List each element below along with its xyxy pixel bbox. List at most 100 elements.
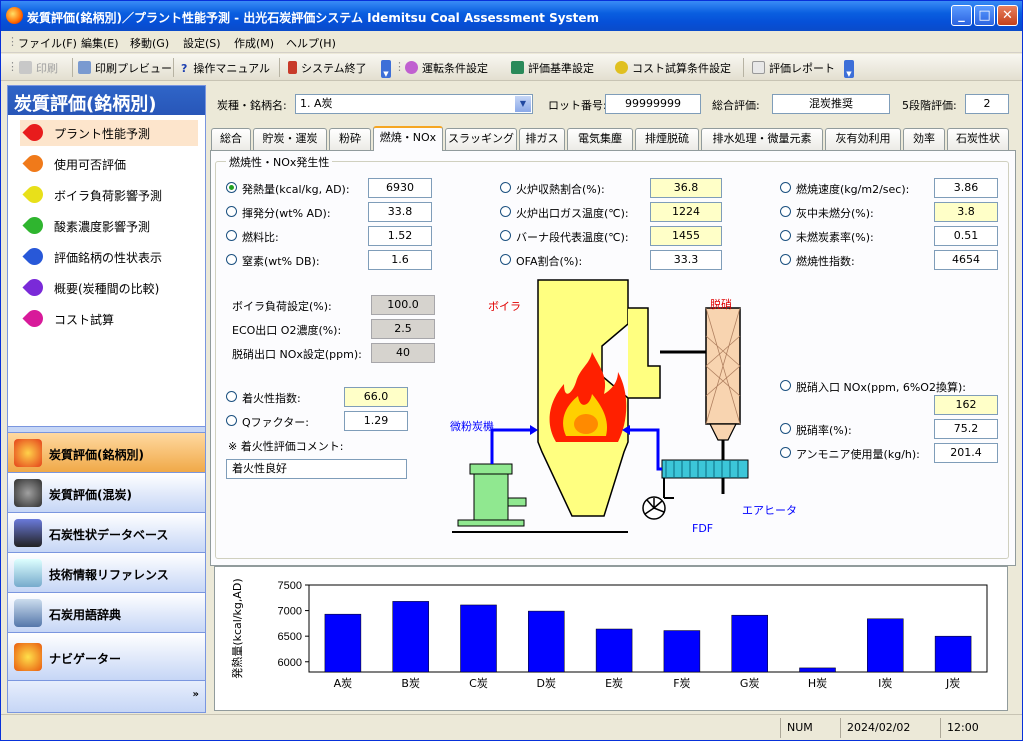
report-icon — [752, 61, 765, 74]
menu-settings[interactable]: 設定(S) — [183, 35, 221, 51]
menu-create[interactable]: 作成(M) — [234, 35, 274, 51]
tab-coal-properties[interactable]: 石炭性状 — [947, 128, 1009, 150]
radio-combustibility[interactable] — [780, 254, 791, 265]
value-fuel-ratio: 1.52 — [368, 226, 432, 246]
radio-denox-rate[interactable] — [780, 423, 791, 434]
tab-pulverize[interactable]: 粉砕 — [329, 128, 371, 150]
label-eco-o2: ECO出口 O2濃度(%): — [232, 324, 342, 337]
tab-fgd[interactable]: 排煙脱硫 — [635, 128, 699, 150]
sidebar-item-label: ボイラ負荷影響予測 — [54, 189, 163, 203]
lot-field[interactable]: 99999999 — [605, 94, 701, 114]
report-button[interactable]: 評価レポート — [752, 60, 835, 76]
tab-overview[interactable]: 総合 — [211, 128, 251, 150]
tab-flue-gas[interactable]: 排ガス — [519, 128, 565, 150]
sidebar-item-usability[interactable]: 使用可否評価 — [20, 151, 198, 177]
label-fuel-ratio: 燃料比: — [242, 231, 279, 244]
label-denox: 脱硝 — [710, 298, 732, 311]
sidebar-item-label: プラント性能予測 — [54, 127, 151, 141]
radio-furnace-heat[interactable] — [500, 182, 511, 193]
tab-esp[interactable]: 電気集塵 — [567, 128, 633, 150]
chevron-down-icon[interactable]: ▼ — [515, 96, 531, 112]
x-tick-label: F炭 — [673, 677, 690, 690]
radio-unburned-ash[interactable] — [780, 206, 791, 217]
preview-icon — [78, 61, 91, 74]
value-burn-rate: 3.86 — [934, 178, 998, 198]
maximize-button[interactable]: □ — [974, 5, 995, 26]
help-icon: ? — [181, 62, 188, 75]
overall-field[interactable]: 混炭推奨 — [772, 94, 890, 114]
leaf-icon — [22, 213, 47, 238]
coins-icon — [615, 61, 628, 74]
radio-burner-temp[interactable] — [500, 230, 511, 241]
nav-coal-eval-blend[interactable]: 炭質評価(混炭) — [8, 472, 205, 512]
nav-tech-reference[interactable]: 技術情報リファレンス — [8, 552, 205, 592]
gear-icon — [405, 61, 418, 74]
sidebar-item-label: 評価銘柄の性状表示 — [54, 251, 163, 265]
nav-navigator[interactable]: ナビゲーター — [8, 632, 205, 680]
radio-nitrogen[interactable] — [226, 254, 237, 265]
wrench-icon — [511, 61, 524, 74]
sidebar-item-plant-performance[interactable]: プラント性能予測 — [20, 120, 198, 146]
tab-wastewater[interactable]: 排水処理・微量元素 — [701, 128, 823, 150]
label-ammonia: アンモニア使用量(kg/h): — [796, 448, 920, 461]
tab-ash-use[interactable]: 灰有効利用 — [825, 128, 901, 150]
coal-select[interactable]: 1. A炭 ▼ — [295, 94, 533, 114]
radio-furnace-exit-temp[interactable] — [500, 206, 511, 217]
radio-fuel-ratio[interactable] — [226, 230, 237, 241]
x-tick-label: B炭 — [401, 677, 420, 690]
manual-button[interactable]: ? 操作マニュアル — [181, 60, 270, 76]
bar-I炭 — [867, 618, 904, 673]
tab-slagging[interactable]: スラッギング — [445, 128, 517, 150]
expand-chevron-icon[interactable]: » — [193, 689, 199, 700]
radio-burn-rate[interactable] — [780, 182, 791, 193]
nav-glossary[interactable]: 石炭用語辞典 — [8, 592, 205, 632]
navigator-icon — [14, 643, 42, 671]
radio-ignition-index[interactable] — [226, 391, 237, 402]
nav-coal-database[interactable]: 石炭性状データベース — [8, 512, 205, 552]
print-button[interactable]: 印刷 — [19, 60, 58, 76]
header-bar: 炭種・銘柄名: 1. A炭 ▼ ロット番号: 99999999 総合評価: 混炭… — [209, 89, 1017, 121]
radio-volatile[interactable] — [226, 206, 237, 217]
close-button[interactable]: ✕ — [997, 5, 1018, 26]
nav-coal-eval-brand[interactable]: 炭質評価(銘柄別) — [8, 432, 205, 472]
sidebar-item-overview[interactable]: 概要(炭種間の比較) — [20, 275, 198, 301]
report-label: 評価レポート — [769, 62, 835, 75]
toolbar-overflow-chevron[interactable]: ▼ — [844, 60, 854, 78]
label-furnace-exit-temp: 火炉出口ガス温度(℃): — [516, 207, 629, 220]
menu-file[interactable]: ファイル(F) — [18, 35, 77, 51]
value-furnace-heat: 36.8 — [650, 178, 722, 198]
radio-calorific[interactable] — [226, 182, 237, 193]
value-ammonia: 201.4 — [934, 443, 998, 463]
sidebar-item-oxygen[interactable]: 酸素濃度影響予測 — [20, 213, 198, 239]
label-nitrogen: 窒素(wt% DB): — [242, 255, 320, 268]
label-unburned-carbon: 未燃炭素率(%): — [796, 231, 874, 244]
radio-denox-inlet[interactable] — [780, 380, 791, 391]
nav-label: 石炭性状データベース — [49, 528, 169, 542]
cost-button[interactable]: コスト試算条件設定 — [615, 60, 731, 76]
preview-label: 印刷プレビュー — [95, 62, 172, 75]
grade-field[interactable]: 2 — [965, 94, 1009, 114]
op-settings-button[interactable]: 運転条件設定 — [405, 60, 488, 76]
sidebar-item-properties[interactable]: 評価銘柄の性状表示 — [20, 244, 198, 270]
lot-label: ロット番号: — [548, 99, 607, 112]
sidebar-item-cost[interactable]: コスト試算 — [20, 306, 198, 332]
menu-help[interactable]: ヘルプ(H) — [286, 35, 336, 51]
tab-efficiency[interactable]: 効率 — [903, 128, 945, 150]
value-q-factor: 1.29 — [344, 411, 408, 431]
tab-storage[interactable]: 貯炭・運炭 — [253, 128, 327, 150]
radio-ammonia[interactable] — [780, 447, 791, 458]
plant-diagram — [452, 279, 749, 533]
menu-move[interactable]: 移動(G) — [130, 35, 169, 51]
minimize-button[interactable]: _ — [951, 5, 972, 26]
exit-button[interactable]: システム終了 — [288, 60, 367, 76]
menu-edit[interactable]: 編集(E) — [81, 35, 119, 51]
tab-combustion-nox[interactable]: 燃焼・NOx — [373, 126, 443, 151]
y-tick-label: 6500 — [278, 631, 302, 643]
criteria-button[interactable]: 評価基準設定 — [511, 60, 594, 76]
sidebar-item-boiler-load[interactable]: ボイラ負荷影響予測 — [20, 182, 198, 208]
radio-ofa[interactable] — [500, 254, 511, 265]
radio-q-factor[interactable] — [226, 415, 237, 426]
print-preview-button[interactable]: 印刷プレビュー — [78, 60, 172, 76]
radio-unburned-carbon[interactable] — [780, 230, 791, 241]
toolbar-overflow-chevron[interactable]: ▼ — [381, 60, 391, 78]
